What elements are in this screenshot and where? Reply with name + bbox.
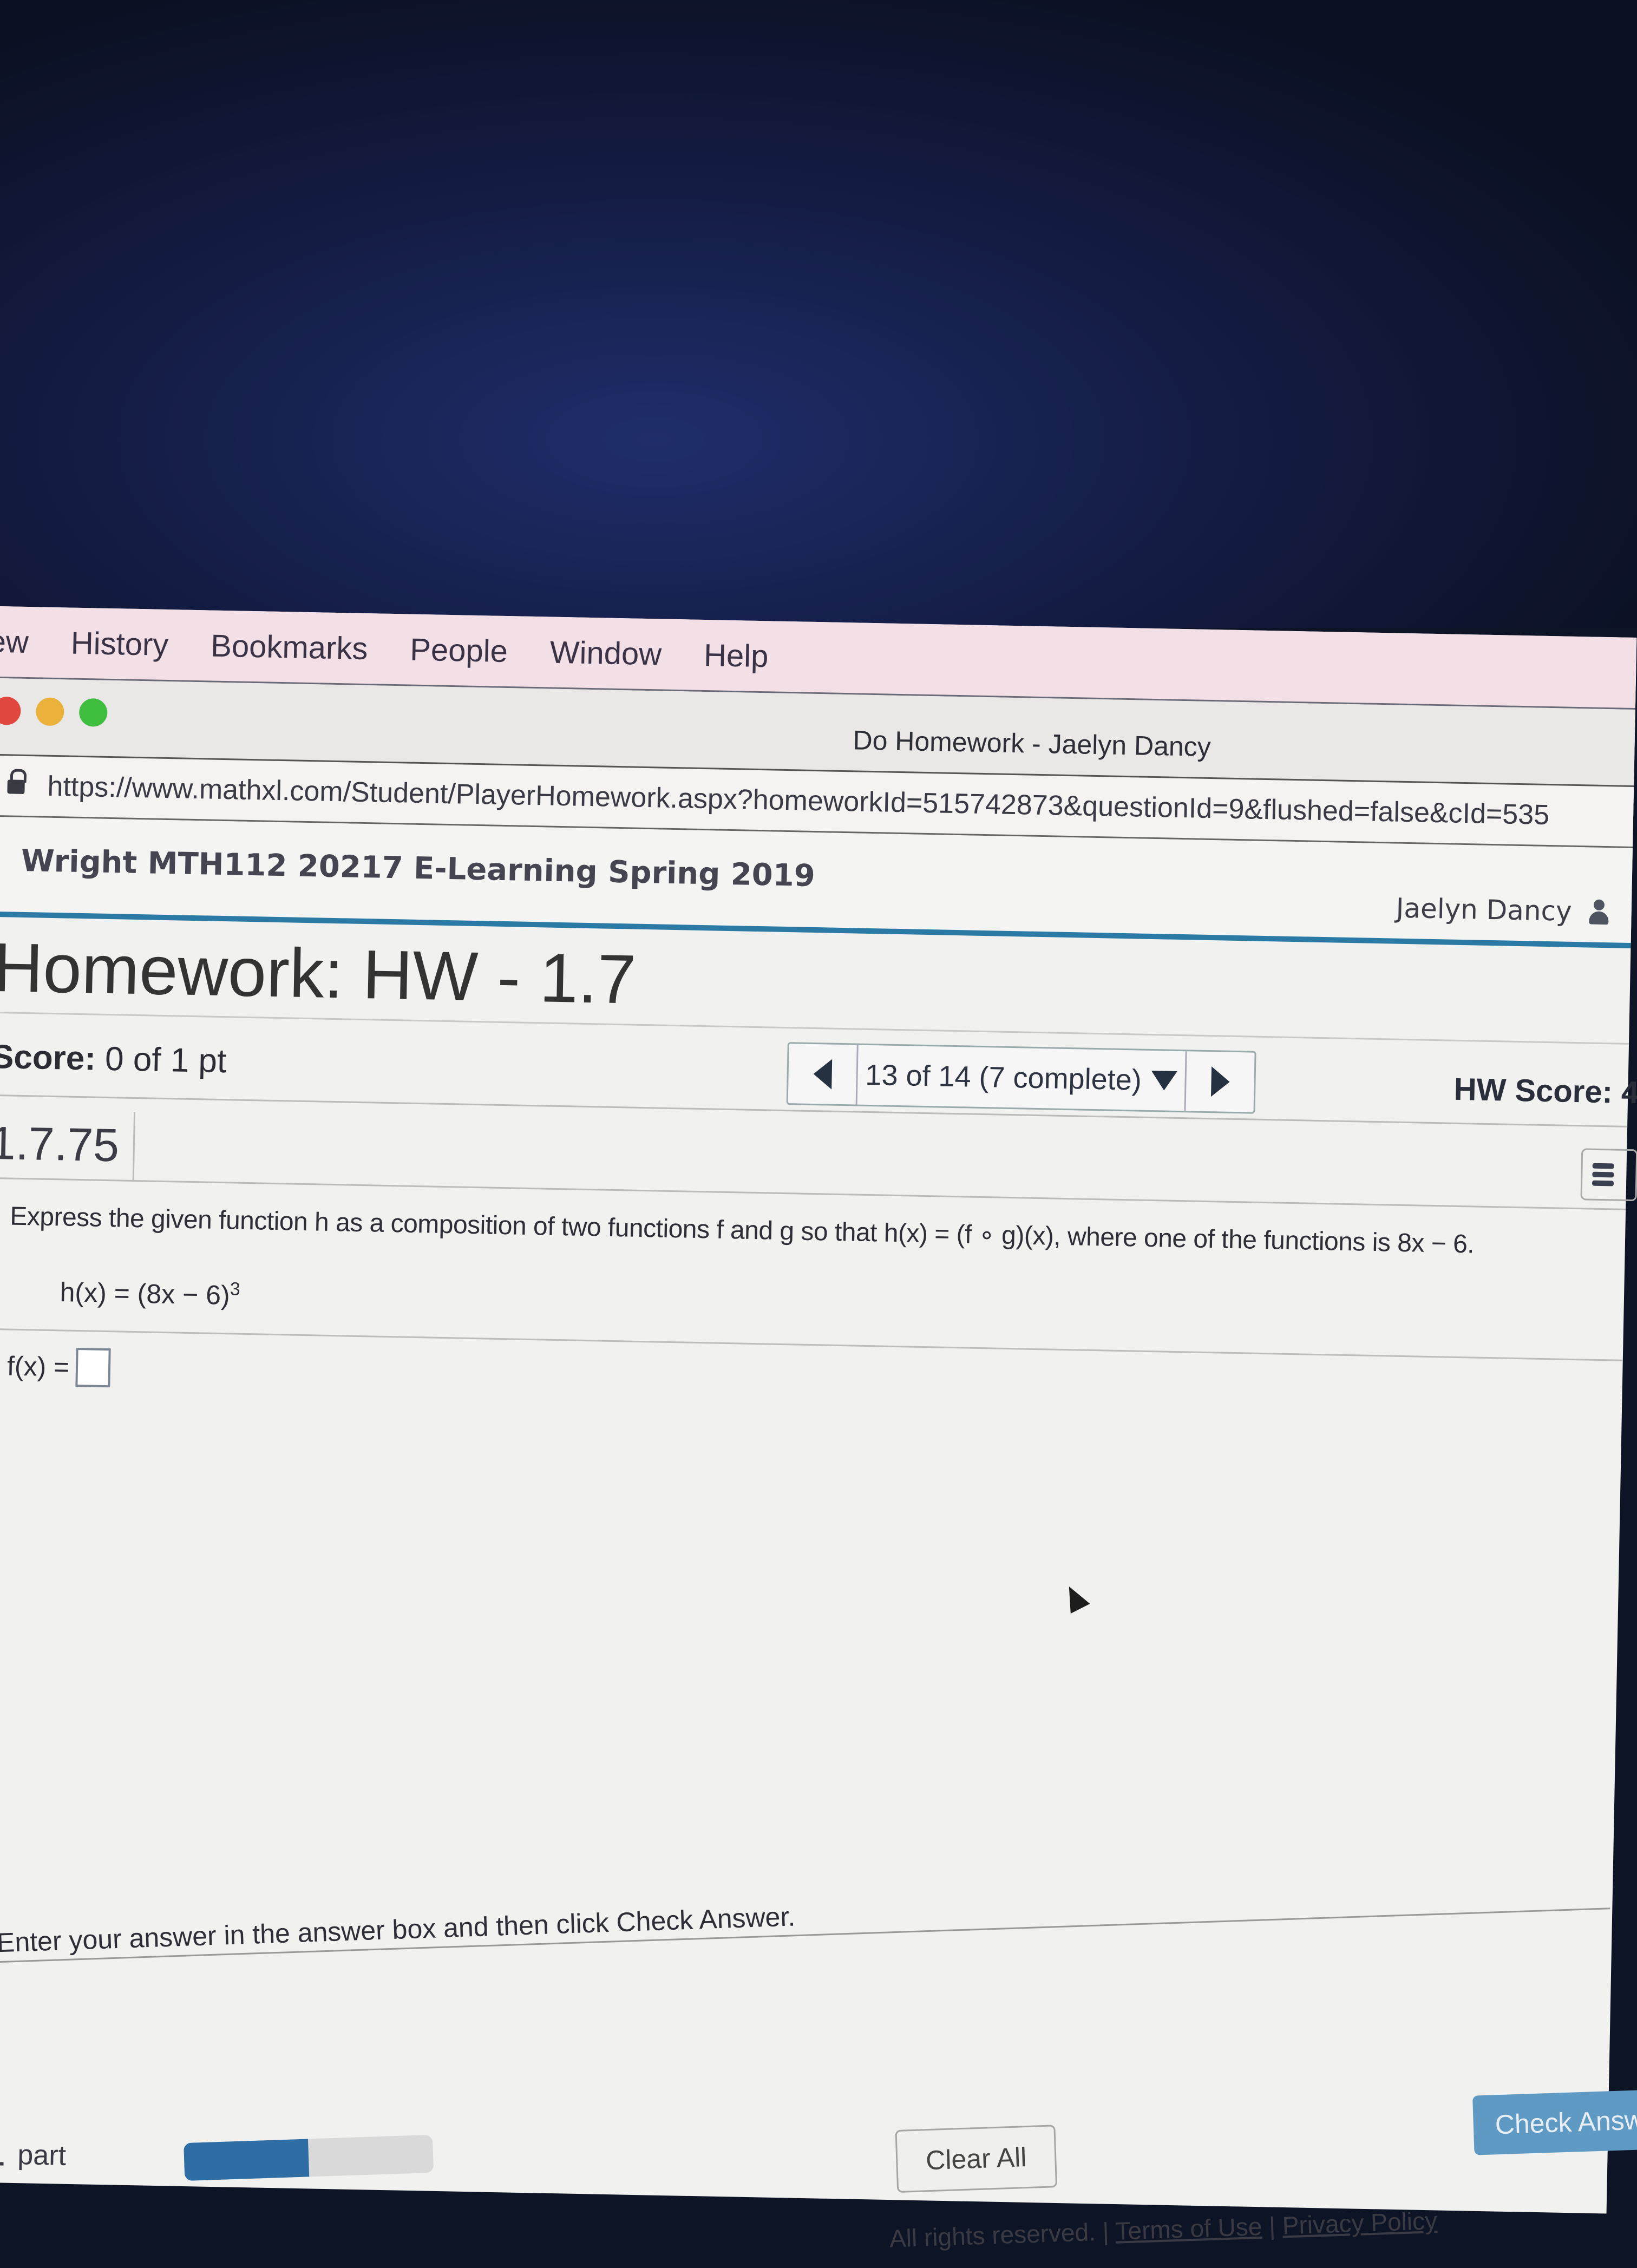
question-body: Express the given function h as a compos… <box>0 1179 1626 1417</box>
maximize-window-button[interactable] <box>78 698 108 727</box>
given-function-base: h(x) = (8x − 6) <box>60 1277 231 1311</box>
lock-icon <box>7 769 27 795</box>
part-indicator: 1 part <box>0 2135 67 2174</box>
menu-window[interactable]: Window <box>549 634 662 672</box>
arrow-right-icon <box>1210 1066 1230 1097</box>
privacy-policy-link[interactable]: Privacy Policy <box>1282 2206 1438 2239</box>
user-icon[interactable] <box>1588 899 1610 925</box>
answer-input[interactable] <box>75 1347 112 1387</box>
question-position: 13 of 14 (7 complete) <box>865 1058 1142 1097</box>
menu-history[interactable]: History <box>70 625 169 663</box>
menu-people[interactable]: People <box>410 631 508 669</box>
part-progress-bar <box>184 2134 434 2181</box>
list-icon <box>1592 1163 1614 1169</box>
screen: ew History Bookmarks People Window Help … <box>0 606 1637 2253</box>
part-number: 1 <box>0 2136 5 2173</box>
score-label: Score: <box>0 1038 96 1078</box>
course-name[interactable]: Wright MTH112 20217 E-Learning Spring 20… <box>21 843 815 894</box>
part-label: part <box>17 2139 67 2172</box>
homework-score: HW Score: 4 <box>1453 1071 1637 1111</box>
menu-bookmarks[interactable]: Bookmarks <box>211 627 368 667</box>
answer-label: f(x) = <box>6 1351 70 1382</box>
photo-background <box>0 0 1637 628</box>
arrow-left-icon <box>813 1059 832 1090</box>
question-number: 1.7.75 <box>0 1109 136 1180</box>
answer-row: f(x) = <box>6 1346 1622 1416</box>
score-value: 0 of 1 pt <box>104 1040 227 1080</box>
browser-tab-title[interactable]: Do Homework - Jaelyn Dancy <box>853 724 1211 763</box>
menu-view[interactable]: ew <box>0 623 29 660</box>
close-window-button[interactable] <box>0 696 21 725</box>
part-progress-fill <box>184 2139 310 2181</box>
next-question-button[interactable] <box>1184 1051 1255 1112</box>
check-answer-button[interactable]: Check Answer <box>1472 2089 1637 2155</box>
rights-text: All rights reserved. | <box>889 2217 1110 2253</box>
question-score: Score: 0 of 1 pt <box>0 1038 227 1080</box>
minimize-window-button[interactable] <box>35 697 64 726</box>
question-prompt: Express the given function h as a compos… <box>9 1202 1475 1259</box>
given-function: h(x) = (8x − 6)3 <box>60 1275 1624 1338</box>
question-select-dropdown[interactable]: 13 of 14 (7 complete) <box>857 1058 1185 1098</box>
user-name[interactable]: Jaelyn Dancy <box>1396 893 1572 927</box>
menu-help[interactable]: Help <box>703 637 769 674</box>
page-title: Homework: HW - 1.7 <box>0 928 637 1019</box>
given-function-exponent: 3 <box>230 1279 241 1300</box>
window-controls <box>0 696 108 727</box>
question-menu-button[interactable] <box>1580 1148 1637 1202</box>
caret-down-icon <box>1151 1070 1178 1091</box>
clear-all-button[interactable]: Clear All <box>895 2125 1058 2193</box>
terms-of-use-link[interactable]: Terms of Use <box>1115 2212 1263 2245</box>
previous-question-button[interactable] <box>788 1044 859 1105</box>
instruction-text: Enter your answer in the answer box and … <box>0 1901 796 1958</box>
user-menu[interactable]: Jaelyn Dancy <box>1396 893 1610 928</box>
page-footer: All rights reserved. | Terms of Use | Pr… <box>889 2206 1438 2253</box>
mouse-cursor-icon <box>1059 1581 1090 1614</box>
question-navigator: 13 of 14 (7 complete) <box>786 1042 1256 1114</box>
